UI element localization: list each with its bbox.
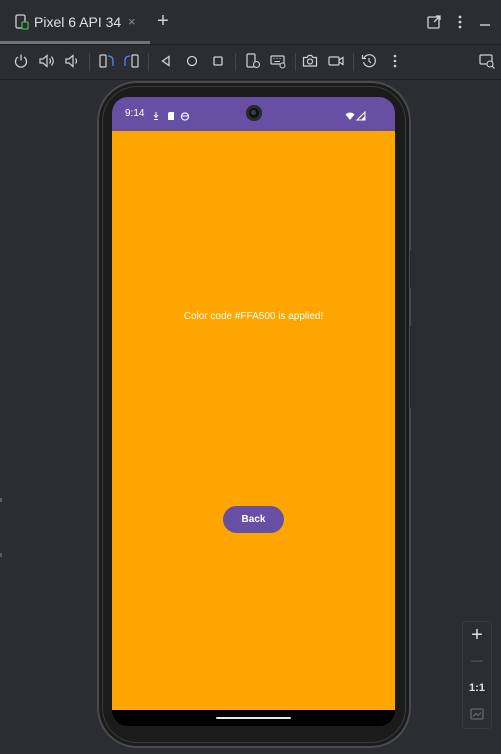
device-tab[interactable]: Pixel 6 API 34 × xyxy=(0,0,150,44)
status-time: 9:14 xyxy=(125,108,145,119)
rotate-right-icon[interactable] xyxy=(123,52,141,70)
volume-up-icon[interactable] xyxy=(38,52,56,70)
color-message-text: Color code #FFA500 is applied! xyxy=(183,311,324,322)
front-camera xyxy=(246,105,262,121)
rotate-left-icon[interactable] xyxy=(97,52,115,70)
back-button[interactable]: Back xyxy=(223,506,284,533)
keyboard-icon[interactable] xyxy=(269,52,287,70)
side-volume-button xyxy=(410,326,414,408)
gesture-handle[interactable] xyxy=(216,717,291,719)
edge-marker xyxy=(0,553,2,557)
app-content: Color code #FFA500 is applied! Back xyxy=(112,131,395,710)
signal-icon xyxy=(355,108,366,121)
fit-screen-icon[interactable] xyxy=(463,707,491,726)
toolbar-divider xyxy=(89,53,90,71)
device-tab-title: Pixel 6 API 34 xyxy=(34,14,122,30)
actual-size-button[interactable]: 1:1 xyxy=(463,682,491,694)
more-vertical-icon[interactable] xyxy=(451,13,469,31)
notification-icon xyxy=(151,108,161,120)
overview-icon[interactable] xyxy=(209,52,227,70)
zoom-out-button[interactable]: — xyxy=(463,653,491,667)
tab-bar: Pixel 6 API 34 × + xyxy=(0,0,501,44)
more-vertical-icon[interactable] xyxy=(386,52,404,70)
gesture-nav-bar xyxy=(112,710,395,726)
volume-down-icon[interactable] xyxy=(63,52,81,70)
open-in-window-icon[interactable] xyxy=(425,13,443,31)
zoom-in-button[interactable]: + xyxy=(463,624,491,647)
device-screen[interactable]: 9:14 Color code #FFA500 is applied! Back xyxy=(112,97,395,726)
home-icon[interactable] xyxy=(183,52,201,70)
toolbar-divider xyxy=(235,53,236,71)
close-tab-icon[interactable]: × xyxy=(128,14,136,29)
camera-icon[interactable] xyxy=(301,52,319,70)
toolbar-divider xyxy=(353,53,354,71)
device-settings-icon[interactable] xyxy=(244,52,262,70)
emulator-toolbar xyxy=(0,45,501,80)
power-icon[interactable] xyxy=(12,52,30,70)
device-mirroring-icon[interactable] xyxy=(478,52,496,70)
sd-card-icon xyxy=(166,108,176,120)
edge-marker xyxy=(0,498,2,502)
device-tab-icon xyxy=(15,14,29,30)
android-icon xyxy=(180,108,190,121)
status-bar: 9:14 xyxy=(112,97,395,131)
back-icon[interactable] xyxy=(157,52,175,70)
toolbar-divider xyxy=(295,53,296,71)
hide-icon[interactable] xyxy=(476,13,494,31)
snapshot-history-icon[interactable] xyxy=(360,52,378,70)
wifi-icon xyxy=(345,108,355,120)
add-tab-button[interactable]: + xyxy=(154,11,172,31)
screen-record-icon[interactable] xyxy=(327,52,345,70)
side-power-button xyxy=(410,250,414,288)
zoom-panel: + — 1:1 xyxy=(462,621,492,729)
toolbar-divider xyxy=(148,53,149,71)
